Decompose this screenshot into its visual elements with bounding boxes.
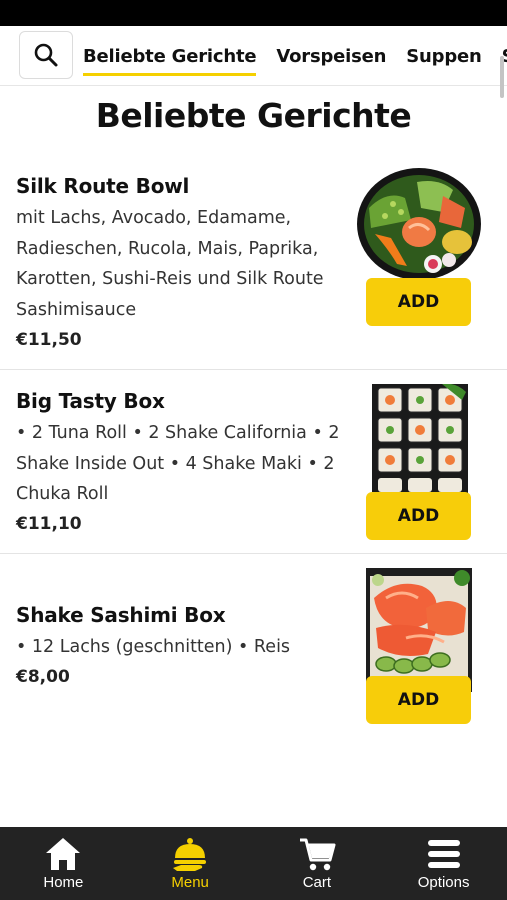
nav-home[interactable]: Home (0, 827, 127, 900)
item-description: • 2 Tuna Roll • 2 Shake California • 2 S… (16, 423, 340, 504)
nav-label: Menu (171, 874, 209, 891)
item-name: Big Tasty Box (16, 389, 165, 413)
nav-options[interactable]: Options (380, 827, 507, 900)
nav-label: Options (417, 874, 470, 891)
menu-icon (427, 840, 460, 868)
item-name: Shake Sashimi Box (16, 603, 226, 627)
add-button[interactable]: ADD (366, 492, 471, 540)
bottom-nav: Home Menu Cart Options (0, 827, 507, 900)
tab-vorspeisen[interactable]: Vorspeisen (276, 46, 386, 67)
category-tabs: Beliebte Gerichte Vorspeisen Suppen S (83, 26, 507, 86)
item-price: €11,50 (16, 330, 82, 350)
page-title: Beliebte Gerichte (95, 96, 412, 135)
nav-label: Cart (302, 874, 332, 891)
add-button[interactable]: ADD (366, 278, 471, 326)
item-image (366, 568, 472, 692)
item-image (357, 168, 481, 280)
nav-cart[interactable]: Cart (254, 827, 381, 900)
cloche-icon (173, 838, 207, 871)
item-description: • 12 Lachs (geschnitten) • Reis (16, 637, 291, 657)
nav-menu[interactable]: Menu (127, 827, 254, 900)
category-nav: Beliebte Gerichte Vorspeisen Suppen S (0, 26, 507, 86)
menu-item[interactable]: Big Tasty Box • 2 Tuna Roll • 2 Shake Ca… (0, 370, 507, 554)
search-icon (34, 43, 58, 67)
scrollbar[interactable] (500, 56, 504, 98)
cart-icon (299, 838, 336, 871)
search-button[interactable] (19, 31, 73, 79)
item-image (372, 384, 468, 494)
item-price: €11,10 (16, 514, 82, 534)
add-button[interactable]: ADD (366, 676, 471, 724)
nav-label: Home (43, 874, 84, 891)
tab-suppen[interactable]: Suppen (406, 46, 482, 67)
tab-beliebte-gerichte[interactable]: Beliebte Gerichte (83, 46, 257, 76)
item-description: mit Lachs, Avocado, Edamame, Radieschen,… (16, 208, 324, 320)
status-bar (0, 0, 507, 26)
menu-item[interactable]: Shake Sashimi Box • 12 Lachs (geschnitte… (0, 554, 507, 734)
item-name: Silk Route Bowl (16, 174, 190, 198)
menu-item[interactable]: Silk Route Bowl mit Lachs, Avocado, Edam… (0, 160, 507, 370)
home-icon (46, 838, 81, 870)
item-price: €8,00 (16, 667, 70, 687)
